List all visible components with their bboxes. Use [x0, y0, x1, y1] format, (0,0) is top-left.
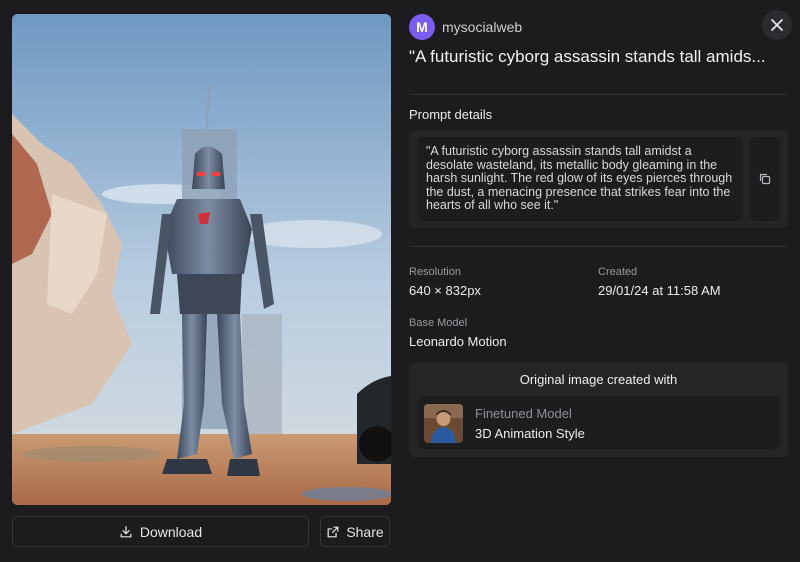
- created-value: 29/01/24 at 11:58 AM: [598, 283, 721, 298]
- origin-heading: Original image created with: [519, 372, 678, 387]
- base-model-label: Base Model: [409, 317, 468, 329]
- copy-prompt-button[interactable]: [750, 137, 780, 221]
- divider: [409, 94, 788, 95]
- generated-image: [12, 14, 391, 505]
- close-icon: [771, 19, 783, 31]
- model-type: Finetuned Model: [475, 406, 572, 421]
- copy-icon: [759, 173, 771, 185]
- resolution-value: 640 × 832px: [409, 283, 481, 298]
- base-model-value: Leonardo Motion: [409, 334, 507, 349]
- share-icon: [327, 526, 339, 537]
- created-label: Created: [598, 266, 638, 278]
- model-name: 3D Animation Style: [475, 426, 585, 441]
- prompt-details-label: Prompt details: [409, 107, 493, 122]
- image-title: "A futuristic cyborg assassin stands tal…: [409, 47, 766, 66]
- username[interactable]: mysocialweb: [442, 19, 522, 35]
- user-avatar[interactable]: M: [409, 14, 435, 40]
- share-label: Share: [346, 523, 384, 540]
- divider: [409, 246, 788, 247]
- share-button[interactable]: Share: [320, 516, 390, 547]
- download-button[interactable]: Download: [12, 516, 309, 547]
- resolution-label: Resolution: [409, 266, 461, 278]
- download-icon: [120, 525, 132, 537]
- finetuned-model-card[interactable]: [418, 396, 780, 449]
- download-label: Download: [139, 523, 203, 540]
- close-button[interactable]: [762, 10, 792, 40]
- prompt-text: "A futuristic cyborg assassin stands tal…: [418, 137, 743, 221]
- model-thumbnail: [424, 404, 463, 443]
